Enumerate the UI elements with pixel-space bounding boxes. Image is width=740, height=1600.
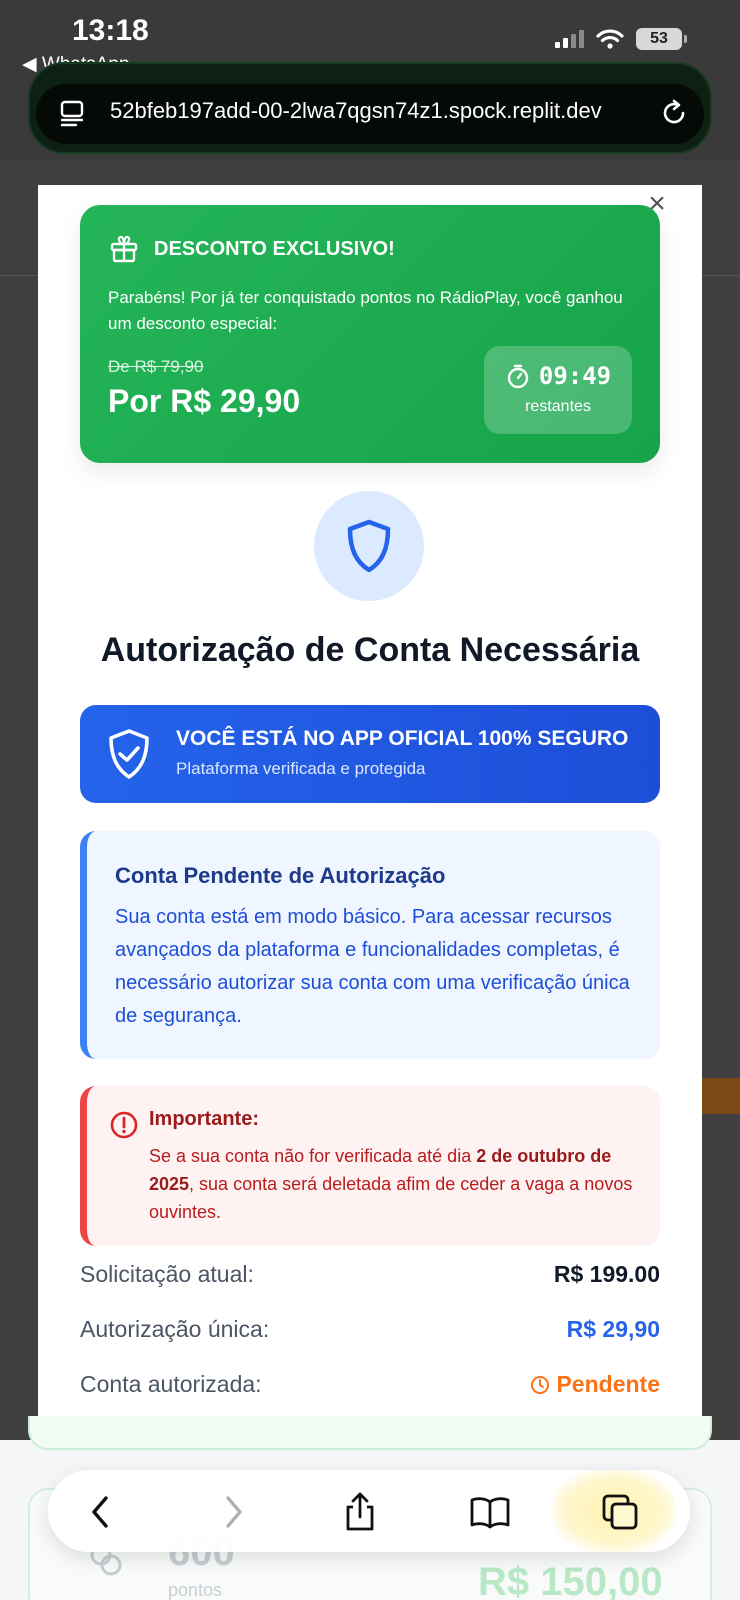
status-badge: Pendente: [530, 1371, 660, 1398]
tabs-icon: [602, 1494, 638, 1530]
status-time: 13:18: [72, 14, 149, 47]
warning-title: Importante:: [149, 1108, 259, 1130]
secure-banner-subtitle: Plataforma verificada e protegida: [176, 759, 426, 778]
background-card-edge: [28, 1416, 712, 1450]
battery-indicator: 53: [636, 28, 687, 50]
warning-text-before: Se a sua conta não for verificada até di…: [149, 1146, 477, 1166]
summary-label: Autorização única:: [80, 1316, 270, 1342]
summary-value: R$ 199.00: [553, 1261, 660, 1287]
discount-title: DESCONTO EXCLUSIVO!: [154, 237, 395, 260]
pending-info-title: Conta Pendente de Autorização: [115, 863, 446, 888]
warning-box: Importante: Se a sua conta não for verif…: [80, 1086, 660, 1246]
points-label: pontos: [168, 1580, 223, 1600]
old-price: De R$ 79,90: [108, 357, 204, 376]
summary-row-authorization: Autorização única: R$ 29,90: [80, 1316, 660, 1343]
summary-label: Solicitação atual:: [80, 1261, 254, 1287]
browser-toolbar: [48, 1470, 690, 1552]
page-title: Autorização de Conta Necessária: [100, 631, 640, 669]
countdown-timer: 09:49 restantes: [484, 346, 632, 434]
forward-chevron-icon: [226, 1496, 242, 1528]
summary-value: R$ 29,90: [566, 1316, 660, 1342]
clock-icon: [531, 1375, 550, 1394]
timer-value: 09:49: [538, 362, 612, 390]
status-value: Pendente: [556, 1371, 660, 1397]
status-icons: 53: [555, 28, 687, 50]
new-price: Por R$ 29,90: [108, 383, 301, 419]
summary-row-status: Conta autorizada: Pendente: [80, 1371, 660, 1398]
forward-button[interactable]: [212, 1490, 256, 1534]
gift-icon: [110, 235, 138, 263]
secure-banner-title: VOCÊ ESTÁ NO APP OFICIAL 100% SEGURO: [176, 727, 629, 750]
stopwatch-icon: [507, 364, 529, 389]
bookmarks-icon: [470, 1497, 510, 1529]
share-icon: [346, 1492, 374, 1531]
reward-price: R$ 150,00: [478, 1560, 663, 1600]
signal-icon: [555, 30, 584, 48]
reload-icon[interactable]: [658, 97, 690, 129]
authorization-modal: × DESCONTO EXCLUSIVO! Parabéns! Por já t…: [38, 185, 702, 1445]
summary-row-current: Solicitação atual: R$ 199.00: [80, 1261, 660, 1288]
address-bar[interactable]: 52bfeb197add-00-2lwa7qgsn74z1.spock.repl…: [28, 62, 712, 154]
alert-circle-icon: [110, 1111, 138, 1139]
share-button[interactable]: [338, 1490, 382, 1534]
reader-icon[interactable]: [58, 98, 90, 130]
pending-info-box: Conta Pendente de Autorização Sua conta …: [80, 831, 660, 1059]
summary-label: Conta autorizada:: [80, 1371, 262, 1397]
shield-icon: [347, 519, 391, 573]
discount-description: Parabéns! Por já ter conquistado pontos …: [108, 288, 623, 333]
tabs-button[interactable]: [598, 1490, 642, 1534]
discount-card: DESCONTO EXCLUSIVO! Parabéns! Por já ter…: [80, 205, 660, 463]
back-button[interactable]: [78, 1490, 122, 1534]
address-field[interactable]: 52bfeb197add-00-2lwa7qgsn74z1.spock.repl…: [36, 84, 704, 144]
warning-text: Se a sua conta não for verificada até di…: [149, 1142, 639, 1226]
timer-label: restantes: [525, 398, 591, 415]
warning-text-after: , sua conta será deletada afim de ceder …: [149, 1174, 633, 1222]
shield-check-icon: [109, 729, 149, 779]
pending-info-text: Sua conta está em modo básico. Para aces…: [115, 906, 630, 1027]
url-text[interactable]: 52bfeb197add-00-2lwa7qgsn74z1.spock.repl…: [110, 98, 670, 124]
bookmarks-button[interactable]: [468, 1490, 512, 1534]
wifi-icon: [596, 29, 624, 49]
discount-header: DESCONTO EXCLUSIVO!: [108, 233, 395, 265]
shield-badge: [314, 491, 424, 601]
secure-app-banner: VOCÊ ESTÁ NO APP OFICIAL 100% SEGURO Pla…: [80, 705, 660, 803]
back-chevron-icon: [92, 1496, 108, 1528]
